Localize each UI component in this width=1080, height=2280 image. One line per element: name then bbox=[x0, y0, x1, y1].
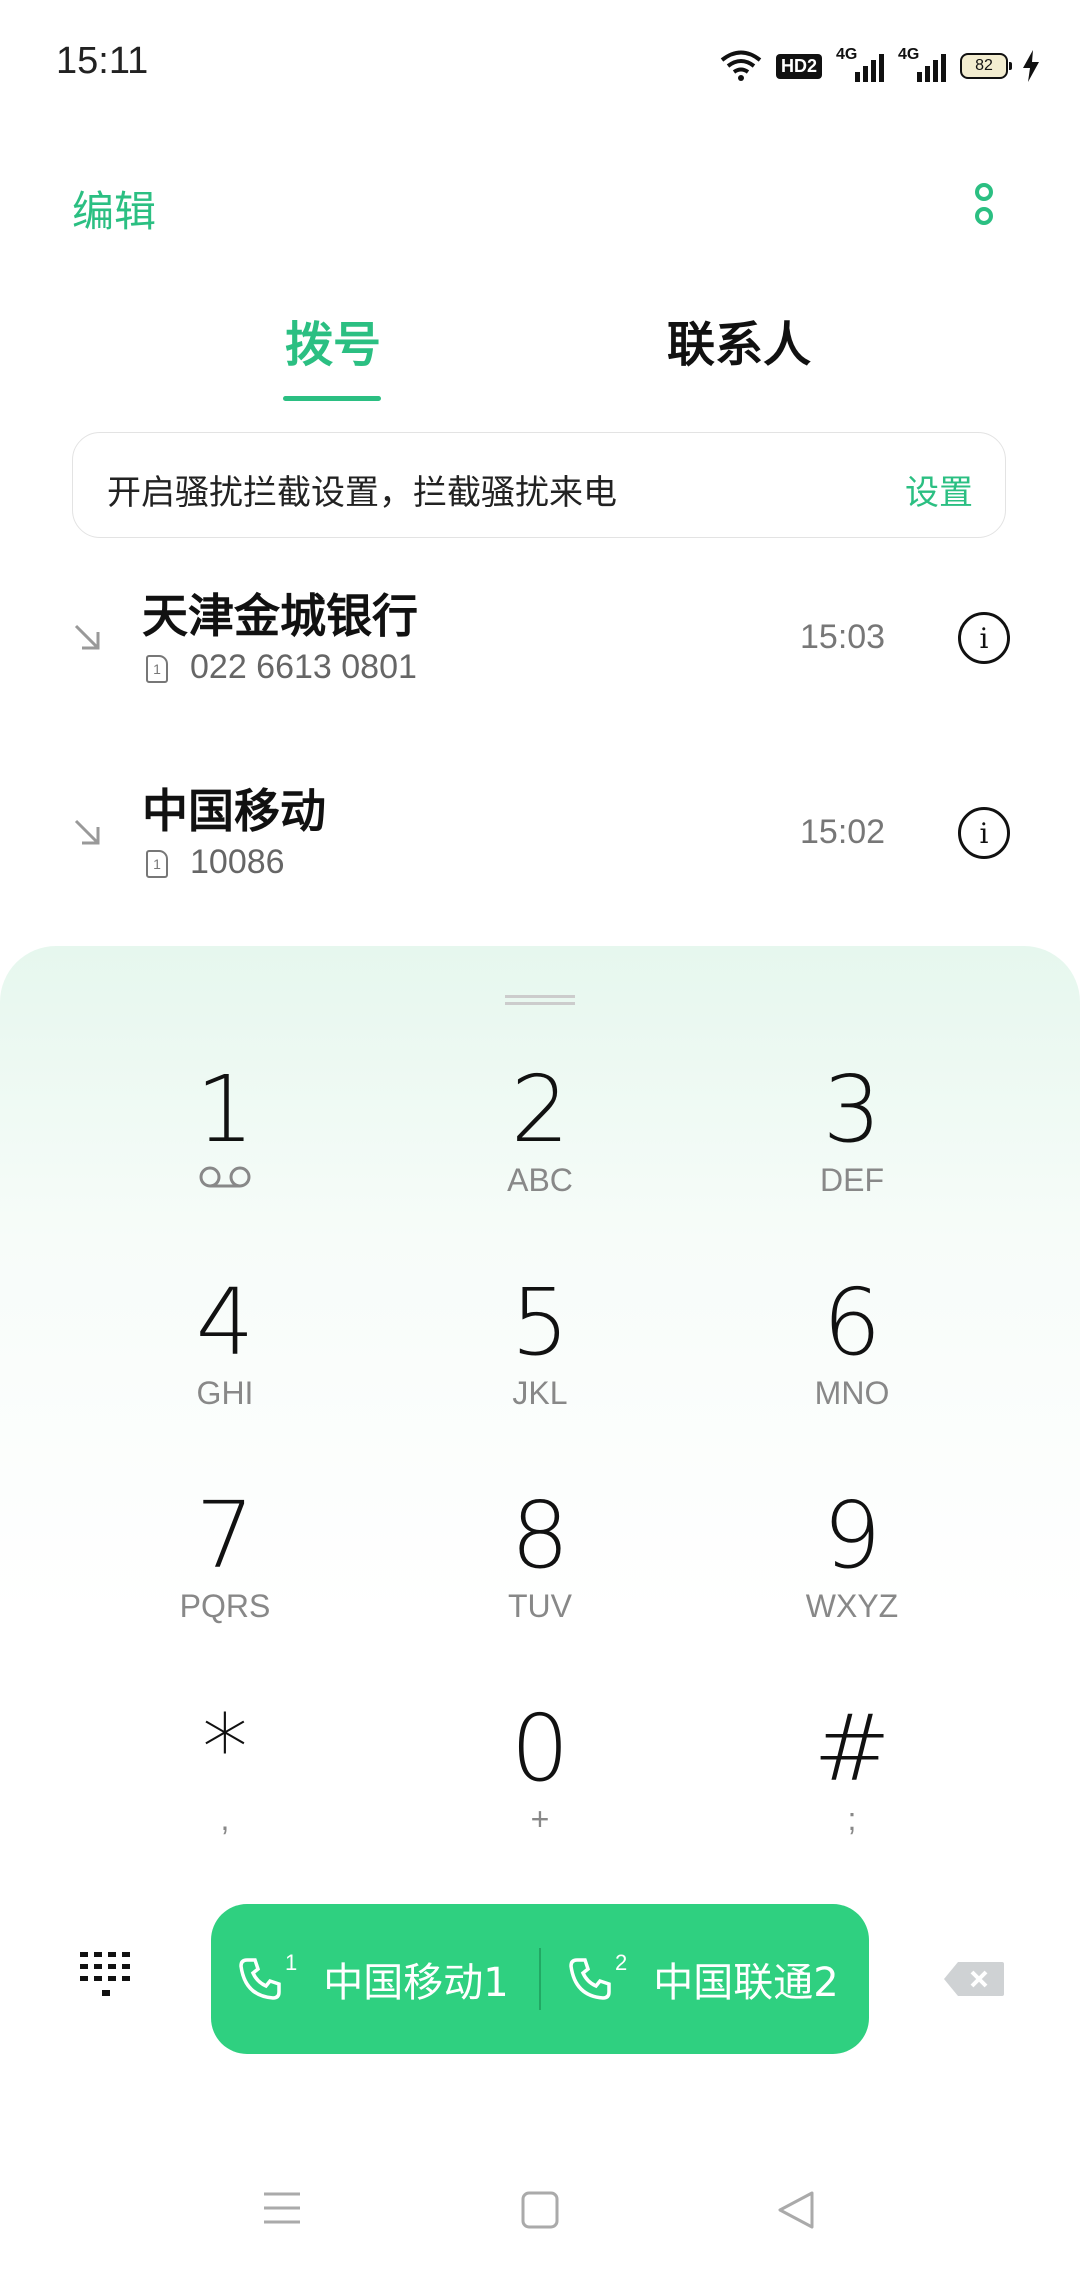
contact-name: 中国移动 bbox=[142, 784, 326, 838]
sim-number: 2 bbox=[615, 1950, 628, 1975]
dial-key-6[interactable]: 6 MNO bbox=[702, 1273, 1002, 1443]
key-letters: , bbox=[220, 1801, 230, 1837]
key-letters: + bbox=[530, 1801, 550, 1837]
key-letters: GHI bbox=[196, 1375, 254, 1411]
key-digit: 6 bbox=[822, 1269, 882, 1376]
key-letters: ; bbox=[847, 1801, 857, 1837]
hide-dialpad-icon[interactable] bbox=[78, 1950, 134, 2002]
info-icon[interactable]: i bbox=[958, 807, 1010, 859]
divider bbox=[539, 1948, 541, 2010]
dial-key-8[interactable]: 8 TUV bbox=[390, 1486, 690, 1656]
sim-card-icon: 1 bbox=[146, 655, 168, 683]
dial-key-2[interactable]: 2 ABC bbox=[390, 1060, 690, 1230]
battery-icon: 82 bbox=[960, 53, 1012, 79]
signal-sim1-icon: 4G bbox=[836, 46, 884, 86]
sim-carrier-label: 中国移动1 bbox=[323, 1960, 509, 2006]
tab-dial[interactable]: 拨号 bbox=[285, 305, 381, 375]
dial-key-9[interactable]: 9 WXYZ bbox=[702, 1486, 1002, 1656]
backspace-icon[interactable] bbox=[942, 1960, 1006, 1998]
spam-block-banner: 开启骚扰拦截设置，拦截骚扰来电 设置 bbox=[72, 432, 1006, 538]
key-digit: 9 bbox=[822, 1482, 882, 1589]
battery-level: 82 bbox=[975, 57, 993, 74]
key-letters: JKL bbox=[512, 1375, 568, 1411]
key-letters: PQRS bbox=[179, 1588, 271, 1624]
key-digit: 3 bbox=[822, 1056, 882, 1163]
sim-card-icon: 1 bbox=[146, 850, 168, 878]
active-tab-indicator bbox=[283, 396, 381, 401]
key-digit: 8 bbox=[510, 1482, 570, 1589]
phone-icon bbox=[569, 1958, 611, 2000]
back-nav-icon[interactable] bbox=[776, 2190, 816, 2230]
key-digit: # bbox=[813, 1695, 891, 1802]
more-options-icon[interactable] bbox=[972, 180, 996, 230]
edit-button[interactable]: 编辑 bbox=[72, 178, 156, 239]
call-log-item[interactable]: 天津金城银行 1 022 6613 0801 15:03 i bbox=[0, 560, 1080, 750]
status-icons: HD2 4G 4G 82 bbox=[720, 44, 1040, 88]
key-letters: DEF bbox=[820, 1162, 884, 1198]
dial-key-5[interactable]: 5 JKL bbox=[390, 1273, 690, 1443]
sim-number: 1 bbox=[285, 1950, 298, 1975]
key-letters: MNO bbox=[814, 1375, 890, 1411]
charging-icon bbox=[1023, 50, 1039, 82]
settings-link[interactable]: 设置 bbox=[905, 465, 973, 514]
key-digit: * bbox=[202, 1695, 248, 1802]
key-letters: ABC bbox=[507, 1162, 573, 1198]
key-letters: WXYZ bbox=[805, 1588, 899, 1624]
incoming-call-icon bbox=[74, 624, 100, 650]
key-digit: 5 bbox=[510, 1269, 570, 1376]
key-digit: 2 bbox=[510, 1056, 570, 1163]
key-digit: 1 bbox=[195, 1056, 255, 1163]
key-digit: 0 bbox=[510, 1695, 570, 1802]
dial-key-3[interactable]: 3 DEF bbox=[702, 1060, 1002, 1230]
menu-nav-icon[interactable] bbox=[262, 2190, 302, 2226]
key-letters: TUV bbox=[508, 1588, 572, 1624]
banner-text: 开启骚扰拦截设置，拦截骚扰来电 bbox=[107, 473, 617, 513]
voicemail-icon bbox=[199, 1166, 251, 1188]
dial-key-4[interactable]: 4 GHI bbox=[75, 1273, 375, 1443]
phone-number: 10086 bbox=[190, 843, 285, 881]
signal-sim2-icon: 4G bbox=[898, 46, 946, 86]
home-nav-icon[interactable] bbox=[520, 2190, 560, 2230]
phone-number: 022 6613 0801 bbox=[190, 648, 417, 686]
key-digit: 4 bbox=[195, 1269, 255, 1376]
drag-handle[interactable] bbox=[505, 995, 575, 1007]
call-time: 15:02 bbox=[800, 813, 886, 851]
wifi-icon bbox=[720, 50, 762, 81]
call-sim1-button[interactable]: 1 中国移动1 bbox=[237, 1904, 509, 2054]
info-icon[interactable]: i bbox=[958, 612, 1010, 664]
dial-key-0[interactable]: 0 + bbox=[390, 1699, 690, 1869]
call-sim2-button[interactable]: 2 中国联通2 bbox=[567, 1904, 839, 2054]
dial-key-1[interactable]: 1 bbox=[75, 1060, 375, 1230]
call-log-item[interactable]: 中国移动 1 10086 15:02 i bbox=[0, 755, 1080, 945]
dial-key-star[interactable]: * , bbox=[75, 1699, 375, 1869]
sim-carrier-label: 中国联通2 bbox=[653, 1960, 839, 2006]
contact-name: 天津金城银行 bbox=[142, 589, 418, 643]
status-time: 15:11 bbox=[56, 40, 149, 82]
dial-key-7[interactable]: 7 PQRS bbox=[75, 1486, 375, 1656]
hd-voice-icon: HD2 bbox=[775, 53, 822, 79]
key-digit: 7 bbox=[195, 1482, 255, 1589]
incoming-call-icon bbox=[74, 819, 100, 845]
call-time: 15:03 bbox=[800, 618, 886, 656]
phone-icon bbox=[239, 1958, 281, 2000]
tab-contacts[interactable]: 联系人 bbox=[667, 305, 811, 375]
dial-key-hash[interactable]: # ; bbox=[702, 1699, 1002, 1869]
call-button-group: 1 中国移动1 2 中国联通2 bbox=[211, 1904, 869, 2054]
